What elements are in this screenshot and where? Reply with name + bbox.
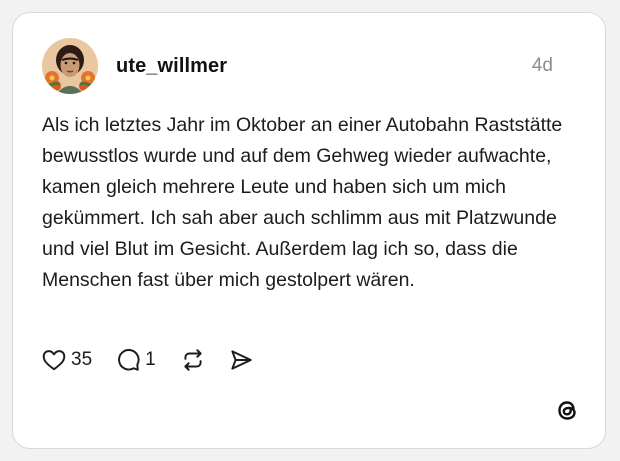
repost-icon [184, 349, 202, 371]
send-icon [231, 350, 252, 370]
post-card: ute_willmer 4d Als ich letztes Jahr im O… [12, 12, 606, 449]
avatar-portrait-icon [42, 38, 98, 94]
avatar[interactable] [42, 38, 98, 94]
comment-icon [118, 349, 140, 371]
post-text: Als ich letztes Jahr im Oktober an einer… [42, 114, 563, 291]
threads-logo-glyph [558, 401, 576, 420]
like-button[interactable]: 35 [41, 347, 92, 373]
reply-count: 1 [145, 349, 156, 370]
post-actions: 35 1 [41, 345, 254, 375]
threads-logo-icon[interactable] [551, 394, 583, 426]
heart-icon [42, 350, 66, 371]
username[interactable]: ute_willmer [116, 55, 227, 78]
like-count: 35 [71, 349, 93, 370]
reply-button[interactable]: 1 [115, 347, 156, 373]
post-header: ute_willmer 4d [42, 38, 553, 94]
repost-button[interactable] [180, 347, 206, 373]
post-timestamp[interactable]: 4d [532, 55, 553, 77]
share-button[interactable] [228, 347, 254, 373]
